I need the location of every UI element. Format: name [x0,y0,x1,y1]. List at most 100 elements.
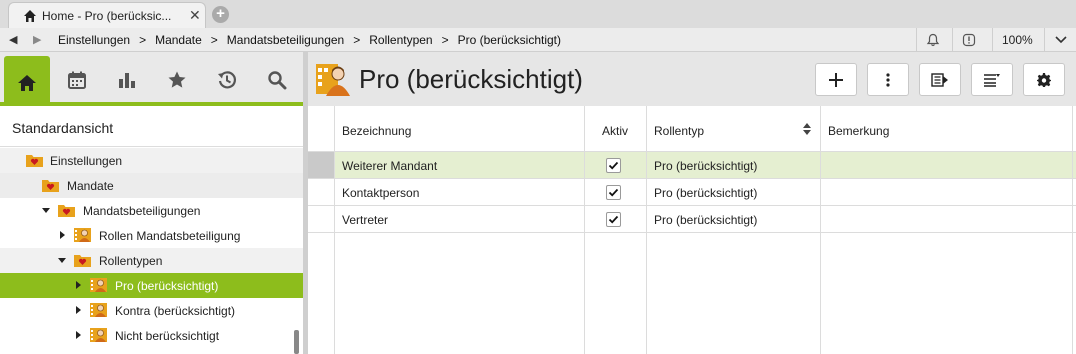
cell-rollentyp: Pro (berücksichtigt) [654,213,758,227]
aktiv-checkbox[interactable] [606,212,621,227]
checkmark-icon [608,215,619,224]
home-icon [18,75,36,91]
expand-arrow-icon[interactable] [76,331,81,339]
tree-item-mandate[interactable]: Mandate [0,173,303,198]
notifications-button[interactable] [916,28,948,51]
bar-chart-icon [119,73,135,88]
export-button[interactable] [919,63,961,96]
data-grid: Bezeichnung Aktiv Rollentyp Bemerkung We… [308,106,1076,354]
column-divider[interactable] [646,106,647,354]
standard-view-header[interactable]: Standardansicht [0,106,303,147]
aktiv-checkbox[interactable] [606,185,621,200]
expand-arrow-icon[interactable] [76,281,81,289]
breadcrumb-item[interactable]: Einstellungen [58,33,130,47]
menu-toggle-button[interactable] [1044,28,1076,51]
checkmark-icon [608,188,619,197]
table-row[interactable]: Kontaktperson Pro (berücksichtigt) [308,179,1076,206]
tab-close-icon[interactable]: ✕ [189,7,201,24]
column-divider[interactable] [820,106,821,354]
column-header-aktiv[interactable]: Aktiv [602,124,628,138]
sidebar-nav-bar [0,52,303,106]
breadcrumb-separator: > [441,33,449,47]
expand-arrow-icon[interactable] [76,306,81,314]
checkmark-icon [608,161,619,170]
cell-bezeichnung: Vertreter [342,213,389,227]
breadcrumb: Einstellungen > Mandate > Mandatsbeteiligung… [58,33,561,47]
column-header-rollentyp[interactable]: Rollentyp [654,124,704,138]
column-settings-icon [984,74,1000,87]
tree-item-label: Rollentypen [99,254,163,268]
person-icon [90,303,107,317]
main-panel: Pro (berücksichtigt) Bezeichnung Aktiv R… [308,52,1076,354]
browser-tab-strip: Home - Pro (berücksic... ✕ + [0,0,1076,28]
breadcrumb-item[interactable]: Mandate [155,33,202,47]
nav-calendar-button[interactable] [54,57,100,103]
row-selector[interactable] [308,206,334,232]
history-icon [218,71,237,89]
chevron-down-icon [1055,36,1067,44]
column-divider[interactable] [584,106,585,354]
breadcrumb-item-current[interactable]: Pro (berücksichtigt) [458,33,561,47]
breadcrumb-separator: > [210,33,218,47]
table-row[interactable]: Weiterer Mandant Pro (berücksichtigt) [308,152,1076,179]
tree-item-kontra[interactable]: Kontra (berücksichtigt) [0,298,303,323]
tree-item-mandatsbeteiligungen[interactable]: Mandatsbeteiligungen [0,198,303,223]
column-settings-button[interactable] [971,63,1013,96]
nav-history-button[interactable] [204,57,250,103]
tree-item-nicht-beruecksichtigt[interactable]: Nicht berücksichtigt [0,323,303,348]
tree-item-label: Einstellungen [50,154,123,168]
breadcrumb-item[interactable]: Mandatsbeteiligungen [227,33,344,47]
add-icon [829,73,843,87]
sort-icon[interactable] [803,123,811,135]
settings-button[interactable] [1023,63,1065,96]
person-icon [74,228,91,242]
aktiv-checkbox[interactable] [606,158,621,173]
nav-home-button[interactable] [4,56,50,106]
nav-favorites-button[interactable] [154,57,200,103]
tree-item-einstellungen[interactable]: Einstellungen [0,148,303,173]
tree-item-pro-selected[interactable]: Pro (berücksichtigt) [0,273,303,298]
standard-view-label: Standardansicht [12,120,114,136]
collapse-arrow-icon[interactable] [58,258,66,263]
person-icon [316,64,350,96]
tree-item-label: Nicht berücksichtigt [115,329,220,343]
person-icon [90,278,107,292]
cell-rollentyp: Pro (berücksichtigt) [654,159,758,173]
nav-search-button[interactable] [254,57,300,103]
grid-header: Bezeichnung Aktiv Rollentyp Bemerkung [308,106,1076,152]
home-icon [24,10,36,22]
forward-icon[interactable]: ▶ [33,33,41,46]
tree-scrollbar[interactable] [294,330,299,354]
star-icon [168,71,186,88]
column-divider [334,106,335,354]
back-icon[interactable]: ◀ [9,33,17,46]
cell-bezeichnung: Kontaktperson [342,186,420,200]
gear-icon [1037,73,1051,87]
column-header-bezeichnung[interactable]: Bezeichnung [342,124,411,138]
column-divider[interactable] [1072,106,1073,354]
browser-tab[interactable]: Home - Pro (berücksic... ✕ [8,2,206,28]
tree-item-rollen-mandatsbeteiligung[interactable]: Rollen Mandatsbeteiligung [0,223,303,248]
tree-item-rollentypen[interactable]: Rollentypen [0,248,303,273]
add-button[interactable] [815,63,857,96]
table-row[interactable]: Vertreter Pro (berücksichtigt) [308,206,1076,233]
breadcrumb-item[interactable]: Rollentypen [369,33,432,47]
tree-item-label: Mandate [67,179,114,193]
collapse-arrow-icon[interactable] [42,208,50,213]
row-selector[interactable] [308,152,334,178]
folder-heart-icon [74,255,91,267]
new-tab-icon[interactable]: + [212,6,229,23]
bell-icon [926,33,940,47]
breadcrumb-bar: ◀ ▶ Einstellungen > Mandate > Mandatsbeteili… [0,28,1076,52]
column-header-bemerkung[interactable]: Bemerkung [828,124,889,138]
navigation-tree: Einstellungen Mandate Mandatsbeteiligung… [0,148,303,354]
row-selector[interactable] [308,179,334,205]
zoom-level[interactable]: 100% [992,28,1044,51]
more-options-button[interactable] [867,63,909,96]
nav-statistics-button[interactable] [104,57,150,103]
tree-item-label: Rollen Mandatsbeteiligung [99,229,241,243]
alert-icon [962,33,976,47]
info-button[interactable] [952,28,984,51]
expand-arrow-icon[interactable] [60,231,65,239]
breadcrumb-separator: > [353,33,361,47]
